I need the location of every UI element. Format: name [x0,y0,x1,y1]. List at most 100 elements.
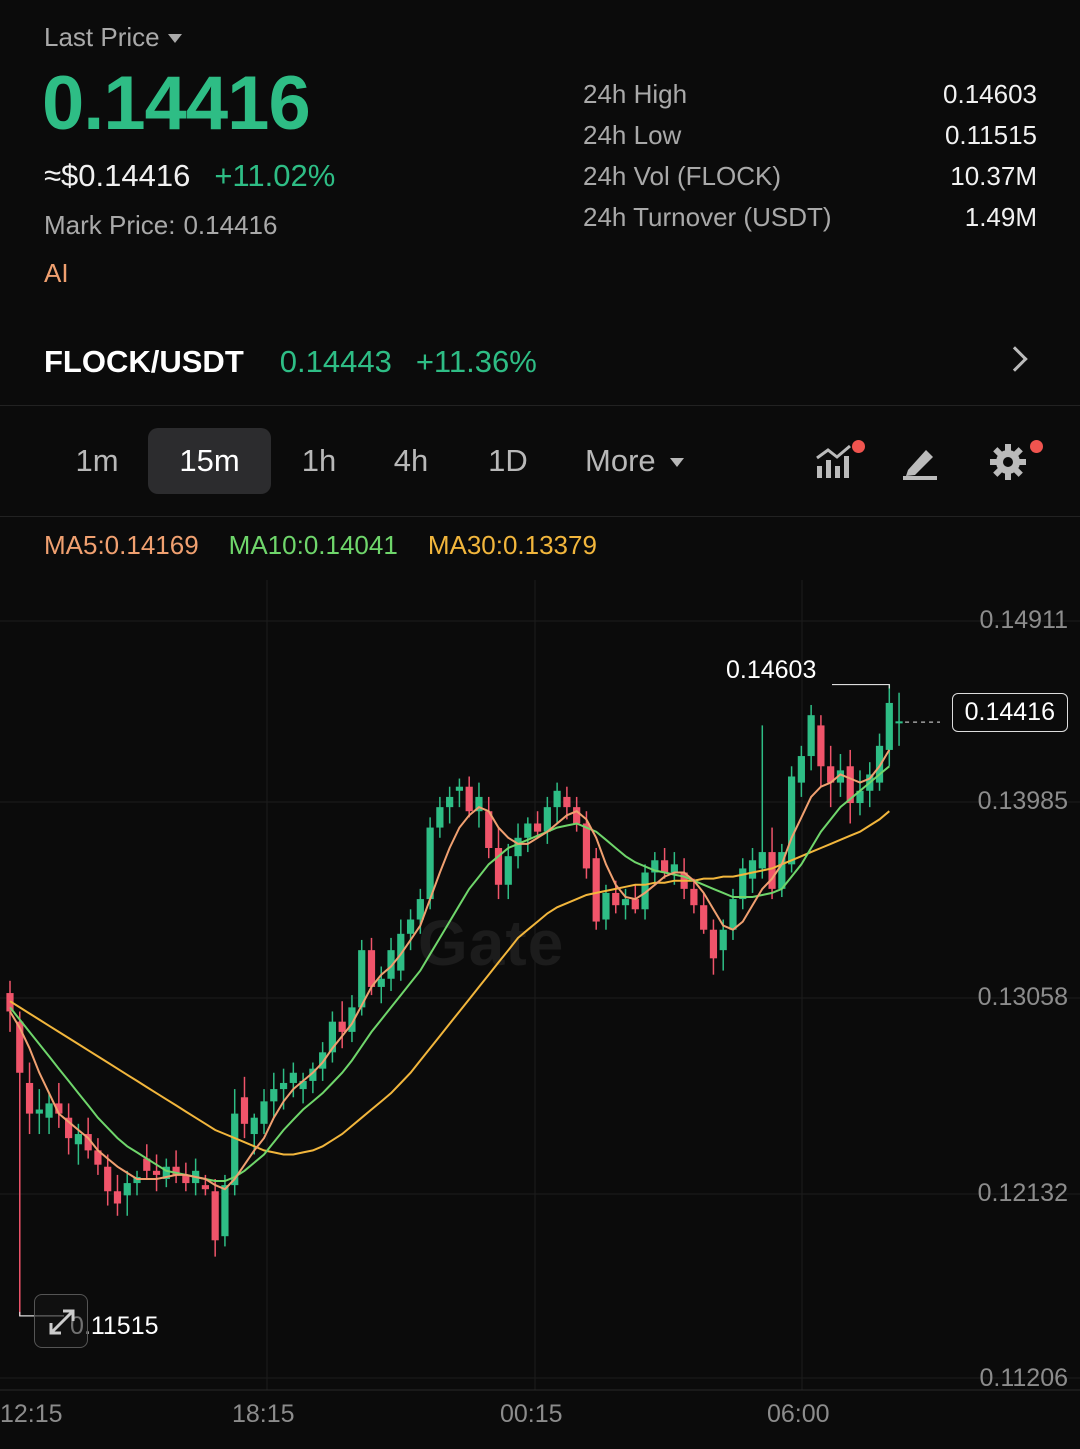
last-price-selector[interactable]: Last Price [44,22,182,53]
candle-body [729,899,737,930]
high-marker-leader [832,683,890,689]
candle-body [573,807,581,824]
ma30-value: MA30:0.13379 [427,530,597,560]
candle-body [113,1191,122,1204]
candle-body [104,1166,112,1192]
stat-value: 0.11515 [944,120,1037,150]
candle-body [279,1082,288,1090]
stat-label: 24h Turnover (USDT) [583,202,832,232]
change-percent: +11.02% [214,158,336,193]
candle-body [631,899,639,910]
stat-row-24h-high: 24h High 0.14603 [583,74,1037,115]
spot-pair-row[interactable]: FLOCK/USDT 0.14443 +11.36% [0,330,1080,394]
usd-price-line: ≈$0.14416 +11.02% [44,158,335,194]
candle-body [426,827,434,900]
candle-body [35,1109,43,1114]
stat-row-24h-turnover: 24h Turnover (USDT) 1.49M [583,197,1037,238]
tab-4h[interactable]: 4h [376,428,446,494]
candle-body [211,1191,219,1241]
gear-icon[interactable] [988,440,1043,482]
candle-body [367,950,376,987]
tab-1h[interactable]: 1h [284,428,354,494]
ai-link[interactable]: AI [44,258,69,289]
ma-legend: MA5:0.14169 MA10:0.14041 MA30:0.13379 [44,530,597,561]
candle-body [514,837,522,857]
candle-body [74,1134,82,1145]
candle-body [758,852,766,869]
mark-price-value: 0.14416 [183,210,278,240]
mark-price: Mark Price: 0.14416 [44,210,277,241]
divider [0,405,1080,406]
stat-value: 1.49M [964,202,1037,232]
candle-body [446,796,454,808]
y-tick-label: 0.14911 [979,606,1068,634]
more-label: More [585,443,656,478]
candle-body [739,868,747,900]
x-tick-label: 06:00 [767,1400,830,1428]
high-marker-label: 0.14603 [726,656,817,684]
candle-body [338,1021,346,1032]
candle-body [543,807,551,832]
stat-label: 24h Low [583,120,682,150]
candle-body [123,1183,131,1196]
candle-body [709,929,718,959]
candle-body [817,725,825,767]
current-price-tag[interactable]: 0.14416 [951,693,1068,732]
pencil-icon[interactable] [900,442,940,482]
candle-body [504,856,512,885]
candle-body [612,892,620,906]
chevron-right-icon [1002,346,1028,372]
usd-price: ≈$0.14416 [44,158,191,193]
candle-body [621,899,630,906]
candle-body [436,807,444,828]
candle-body [465,786,473,812]
candle-body [592,858,600,922]
ma30-line [9,810,890,1156]
more-timeframes-button[interactable]: More [585,428,705,494]
y-tick-label: 0.13985 [977,787,1068,815]
candle-body [768,852,776,889]
candle-body [553,790,561,808]
tab-15m[interactable]: 15m [148,428,271,494]
mark-price-label: Mark Price: [44,210,176,240]
candle-body [788,776,796,865]
ma10-line [9,765,890,1182]
candle-body [895,721,903,724]
candlestick-chart[interactable]: Gate 0.14911 0.13985 0.13058 0.12132 0.1… [0,580,1080,1449]
candle-body [201,1185,209,1190]
candle-body [25,1082,34,1114]
notification-dot [1030,440,1043,453]
x-tick-label: 12:15 [0,1400,63,1428]
y-tick-label: 0.13058 [977,983,1068,1011]
indicator-chart-icon[interactable] [814,440,865,482]
candle-body [748,860,757,879]
tab-1d[interactable]: 1D [470,428,546,494]
candle-body [221,1185,229,1237]
last-price-selector-label: Last Price [44,22,160,52]
y-tick-label: 0.12132 [977,1179,1068,1207]
candle-body [152,1170,161,1175]
candle-body [700,905,708,930]
pair-name: FLOCK/USDT [44,344,244,379]
stat-label: 24h Vol (FLOCK) [583,161,781,191]
candle-body [602,892,610,920]
pair-price: 0.14443 [279,344,392,379]
candle-body [660,860,669,873]
candle-body [240,1097,249,1124]
ma10-value: MA10:0.14041 [228,530,398,560]
candle-body [885,702,893,750]
expand-icon [49,1309,75,1335]
candle-body [455,786,464,791]
candle-body [719,929,727,951]
tab-1m[interactable]: 1m [56,428,138,494]
last-price: 0.14416 [42,61,311,146]
x-tick-label: 00:15 [500,1400,563,1428]
stat-label: 24h High [583,79,688,109]
expand-chart-button[interactable] [34,1294,88,1348]
candle-body [582,823,591,869]
candle-body [260,1101,268,1124]
notification-dot [852,440,865,453]
ma5-value: MA5:0.14169 [44,530,199,560]
candle-body [270,1089,278,1102]
candle-body [406,919,415,934]
